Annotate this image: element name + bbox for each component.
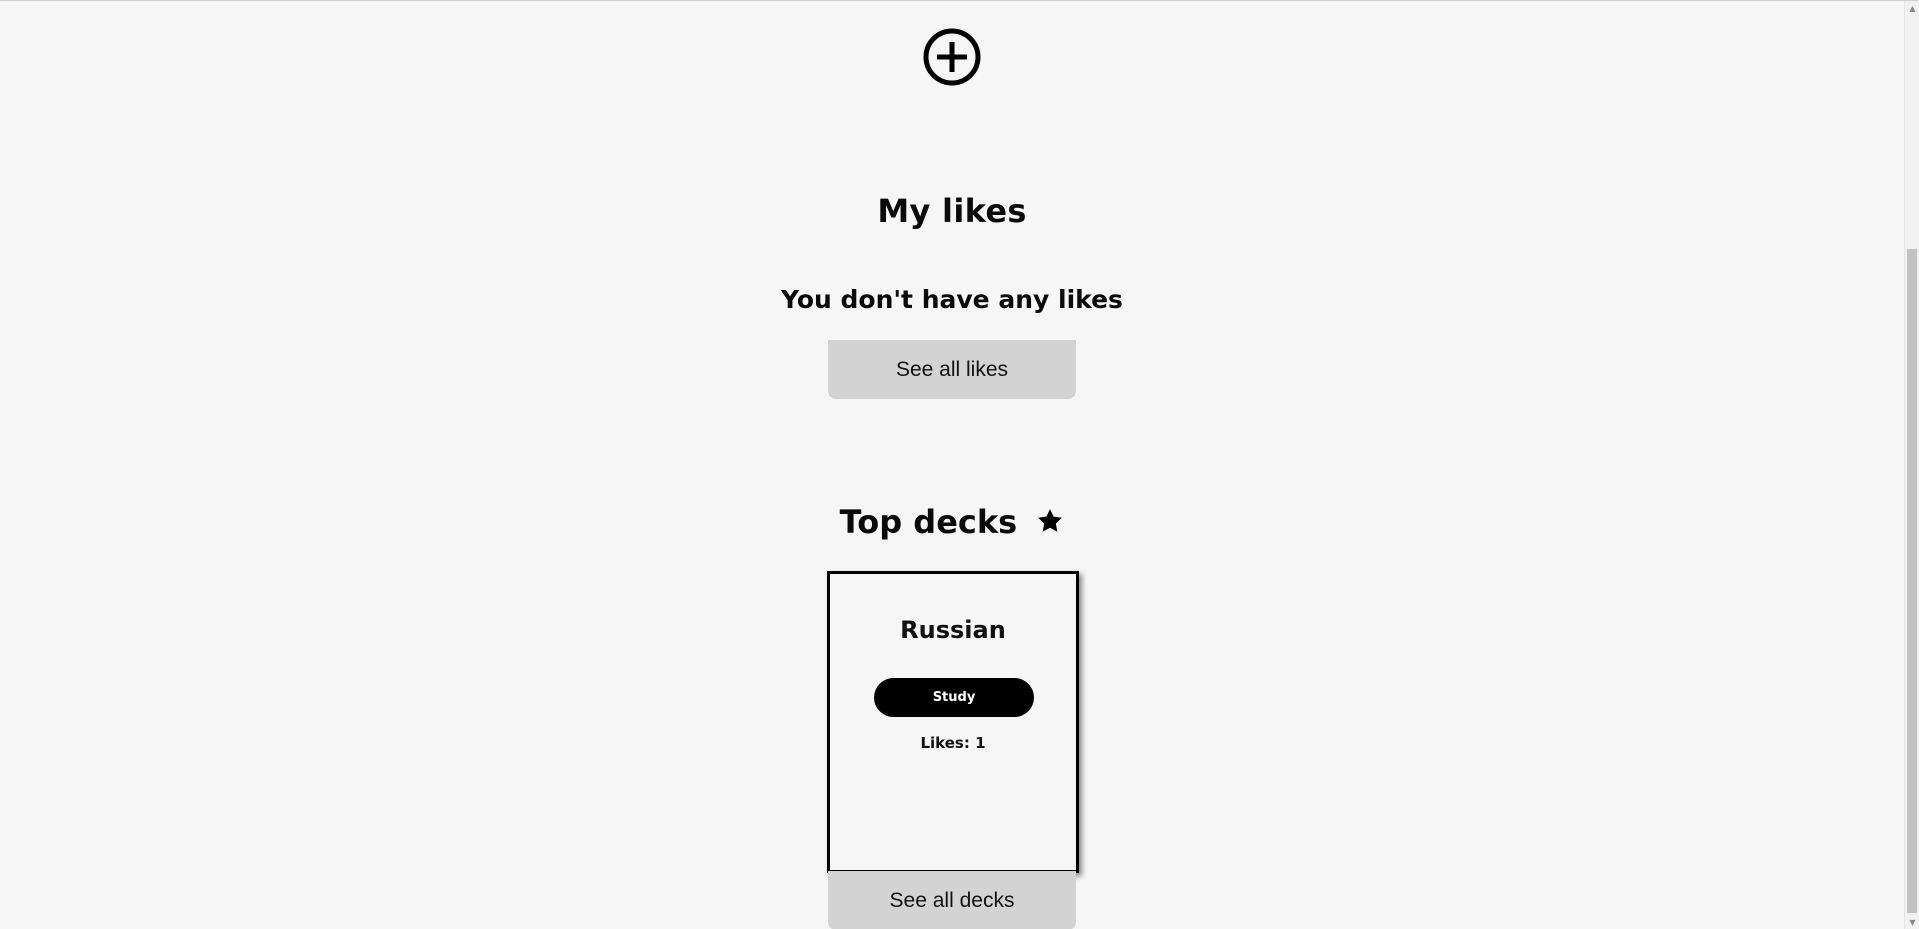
add-deck-button[interactable] (923, 28, 981, 86)
study-button[interactable]: Study (874, 678, 1034, 717)
top-decks-heading: Top decks (0, 501, 1904, 543)
arrow-up-icon[interactable]: ▲ (1905, 1, 1919, 16)
deck-card[interactable]: Russian Study Likes: 1 (827, 571, 1079, 873)
top-decks-title: Top decks (839, 503, 1018, 541)
page-viewport: My likes You don't have any likes See al… (0, 0, 1919, 929)
star-icon (1038, 509, 1063, 532)
deck-name: Russian (900, 616, 1006, 644)
see-all-decks-button[interactable]: See all decks (828, 871, 1076, 929)
deck-likes-count: Likes: 1 (920, 734, 986, 752)
vertical-scrollbar[interactable]: ▲ ▼ (1904, 1, 1919, 929)
plus-circle-icon (923, 28, 981, 86)
main-content: My likes You don't have any likes See al… (0, 1, 1904, 929)
see-all-likes-button[interactable]: See all likes (828, 340, 1076, 399)
my-likes-title: My likes (877, 192, 1027, 230)
arrow-down-icon[interactable]: ▼ (1905, 915, 1919, 929)
scrollbar-thumb[interactable] (1907, 249, 1917, 913)
no-likes-message: You don't have any likes (781, 285, 1123, 314)
